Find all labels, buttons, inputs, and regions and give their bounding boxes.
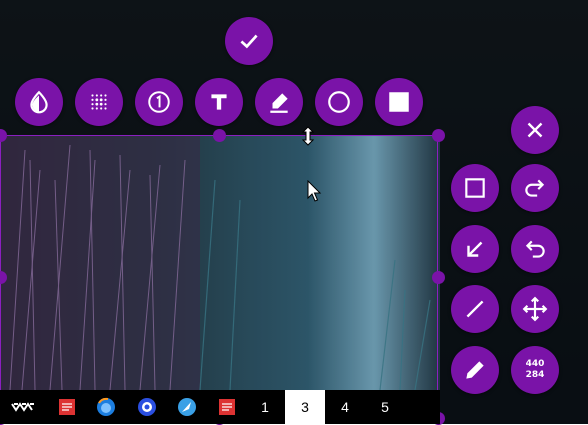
workspace-3[interactable]: 3 [285,390,325,424]
text-t-icon [211,94,227,110]
selection-size-button[interactable]: 440 284 [511,346,559,394]
arrow-down-left-icon [467,241,483,257]
counter-tool-button[interactable] [135,78,183,126]
confirm-button[interactable] [225,17,273,65]
undo-icon [525,240,545,258]
number-circle-icon [148,91,170,113]
text-tool-button[interactable] [195,78,243,126]
firefox-icon[interactable] [92,390,120,424]
arrow-tool-button[interactable] [451,225,499,273]
redo-button[interactable] [511,164,559,212]
selection-area[interactable] [0,135,438,419]
rectangle-tool-button[interactable] [451,164,499,212]
filled-rectangle-tool-button[interactable] [375,78,423,126]
launcher-icon[interactable] [8,390,38,424]
check-icon [240,34,258,49]
line-tool-button[interactable] [451,285,499,333]
redo-icon [525,179,545,197]
move-button[interactable] [511,285,559,333]
undo-button[interactable] [511,225,559,273]
resize-vertical-cursor-icon [301,126,315,146]
resize-handle-top-right[interactable] [432,129,445,142]
dots-grid-icon [91,94,107,110]
mouse-pointer-icon [307,180,322,202]
workspace-1[interactable]: 1 [245,390,285,424]
pencil-tool-button[interactable] [451,346,499,394]
resize-handle-right[interactable] [432,271,445,284]
line-icon [466,300,484,318]
resize-handle-top[interactable] [213,129,226,142]
pixelate-tool-button[interactable] [75,78,123,126]
circle-icon [328,91,350,113]
close-icon [527,122,543,138]
browser-app-icon[interactable] [173,390,201,424]
filled-square-icon [389,92,409,112]
document-app-icon-2[interactable] [213,390,241,424]
settings-app-icon[interactable] [133,390,161,424]
workspace-4[interactable]: 4 [325,390,365,424]
move-icon [522,296,548,322]
marker-tool-button[interactable] [255,78,303,126]
drop-icon [30,90,48,114]
selection-height: 284 [525,370,545,380]
close-button[interactable] [511,106,559,154]
taskbar: 1 3 4 5 [0,390,440,424]
pencil-icon [466,361,484,379]
document-app-icon[interactable] [53,390,81,424]
circle-tool-button[interactable] [315,78,363,126]
marker-icon [270,93,288,113]
workspace-5[interactable]: 5 [365,390,405,424]
square-outline-icon [465,178,485,198]
blur-tool-button[interactable] [15,78,63,126]
selection-width: 440 [525,359,545,369]
